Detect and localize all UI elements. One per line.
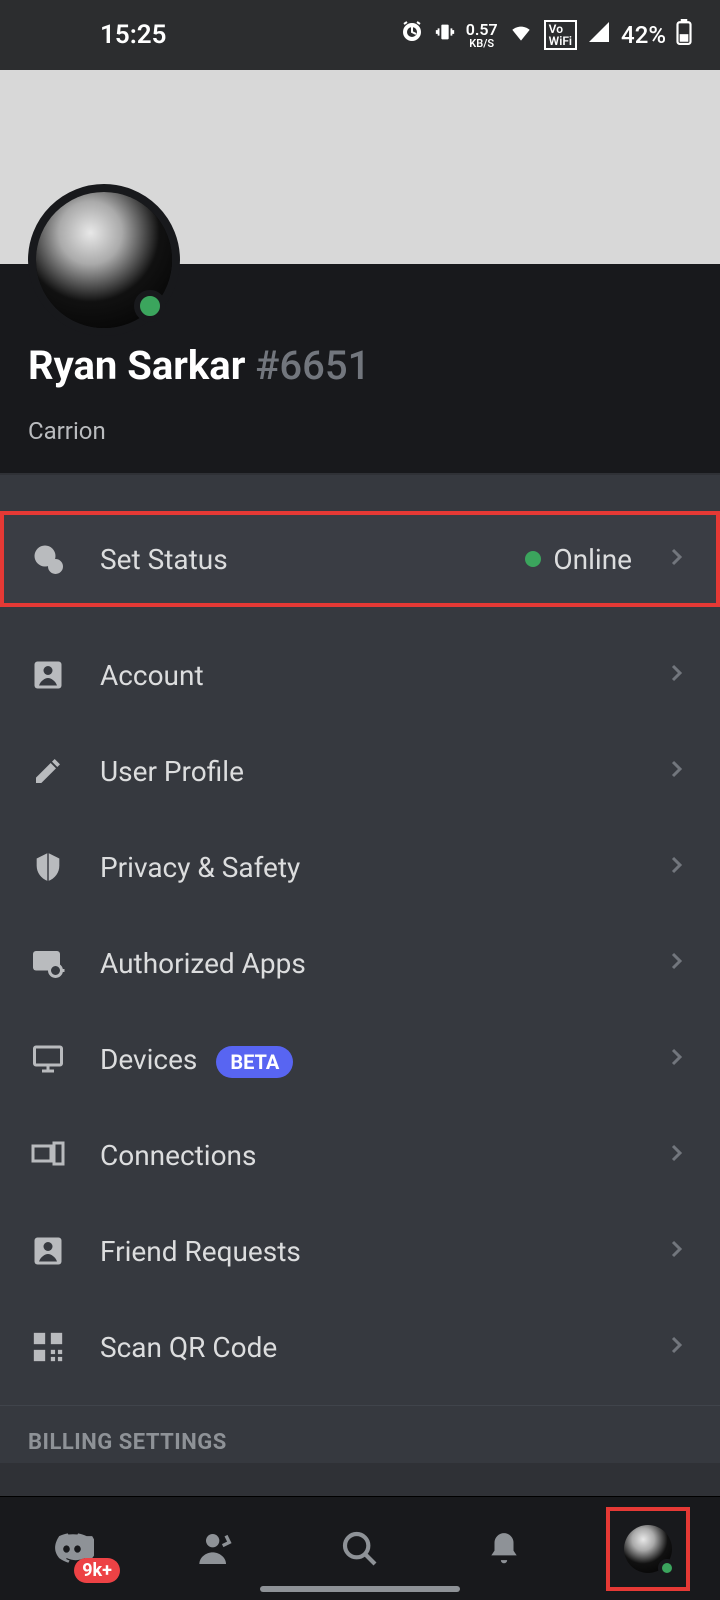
settings-item-authorized-apps[interactable]: Authorized Apps (0, 915, 720, 1011)
item-label: Account (100, 659, 632, 692)
nav-avatar (624, 1525, 672, 1573)
status-indicator-online (134, 290, 166, 322)
settings-item-set-status[interactable]: Set Status Online (0, 511, 720, 607)
item-label: Friend Requests (100, 1235, 632, 1268)
item-label: Devices BETA (100, 1043, 632, 1076)
home-indicator (260, 1586, 460, 1592)
item-label: Privacy & Safety (100, 851, 632, 884)
wifi-icon (508, 19, 534, 51)
item-label: User Profile (100, 755, 632, 788)
status-value: Online (525, 543, 632, 576)
battery-percent: 42% (621, 21, 666, 49)
chevron-right-icon (664, 1333, 692, 1361)
chevron-right-icon (664, 1141, 692, 1169)
discriminator: #6651 (255, 342, 370, 389)
beta-badge: BETA (216, 1046, 293, 1078)
net-speed: 0.57 KB/S (466, 22, 498, 49)
nav-friends[interactable] (180, 1513, 252, 1585)
alarm-icon (400, 20, 424, 50)
chevron-right-icon (664, 853, 692, 881)
activity-text: Carrion (28, 417, 692, 445)
chevron-right-icon (664, 1237, 692, 1265)
status-icon (28, 539, 68, 579)
profile-header: Ryan Sarkar #6651 Carrion (0, 264, 720, 473)
signal-icon (587, 20, 611, 50)
chevron-right-icon (664, 757, 692, 785)
vowifi-badge: VoWiFi (544, 20, 577, 50)
avatar[interactable] (28, 184, 180, 336)
settings-item-user-profile[interactable]: User Profile (0, 723, 720, 819)
item-label: Set Status (100, 543, 493, 576)
notification-badge: 9k+ (74, 1558, 120, 1583)
settings-item-account[interactable]: Account (0, 627, 720, 723)
nav-notifications[interactable] (468, 1513, 540, 1585)
settings-list: Set Status Online Account User Profile (0, 475, 720, 1463)
apps-key-icon (28, 943, 68, 983)
chevron-right-icon (664, 949, 692, 977)
vibrate-icon (434, 21, 456, 49)
battery-icon (676, 19, 692, 51)
settings-item-connections[interactable]: Connections (0, 1107, 720, 1203)
nav-profile[interactable] (612, 1513, 684, 1585)
online-dot-icon (525, 551, 541, 567)
chevron-right-icon (664, 661, 692, 689)
shield-icon (28, 847, 68, 887)
chevron-right-icon (664, 545, 692, 573)
item-label: Authorized Apps (100, 947, 632, 980)
qr-icon (28, 1327, 68, 1367)
section-header-billing: BILLING SETTINGS (0, 1406, 720, 1463)
nav-search[interactable] (324, 1513, 396, 1585)
online-dot-icon (658, 1559, 676, 1577)
status-time: 15:25 (100, 20, 167, 50)
chevron-right-icon (664, 1045, 692, 1073)
friend-icon (28, 1231, 68, 1271)
bottom-nav: 9k+ (0, 1496, 720, 1600)
nav-discord[interactable]: 9k+ (36, 1513, 108, 1585)
android-status-bar: 15:25 0.57 KB/S VoWiFi 42% (0, 0, 720, 70)
item-label: Scan QR Code (100, 1331, 632, 1364)
monitor-icon (28, 1039, 68, 1079)
account-icon (28, 655, 68, 695)
settings-item-friend-requests[interactable]: Friend Requests (0, 1203, 720, 1299)
connections-icon (28, 1135, 68, 1175)
settings-item-devices[interactable]: Devices BETA (0, 1011, 720, 1107)
item-label: Connections (100, 1139, 632, 1172)
pencil-icon (28, 751, 68, 791)
settings-item-scan-qr[interactable]: Scan QR Code (0, 1299, 720, 1395)
settings-item-privacy-safety[interactable]: Privacy & Safety (0, 819, 720, 915)
